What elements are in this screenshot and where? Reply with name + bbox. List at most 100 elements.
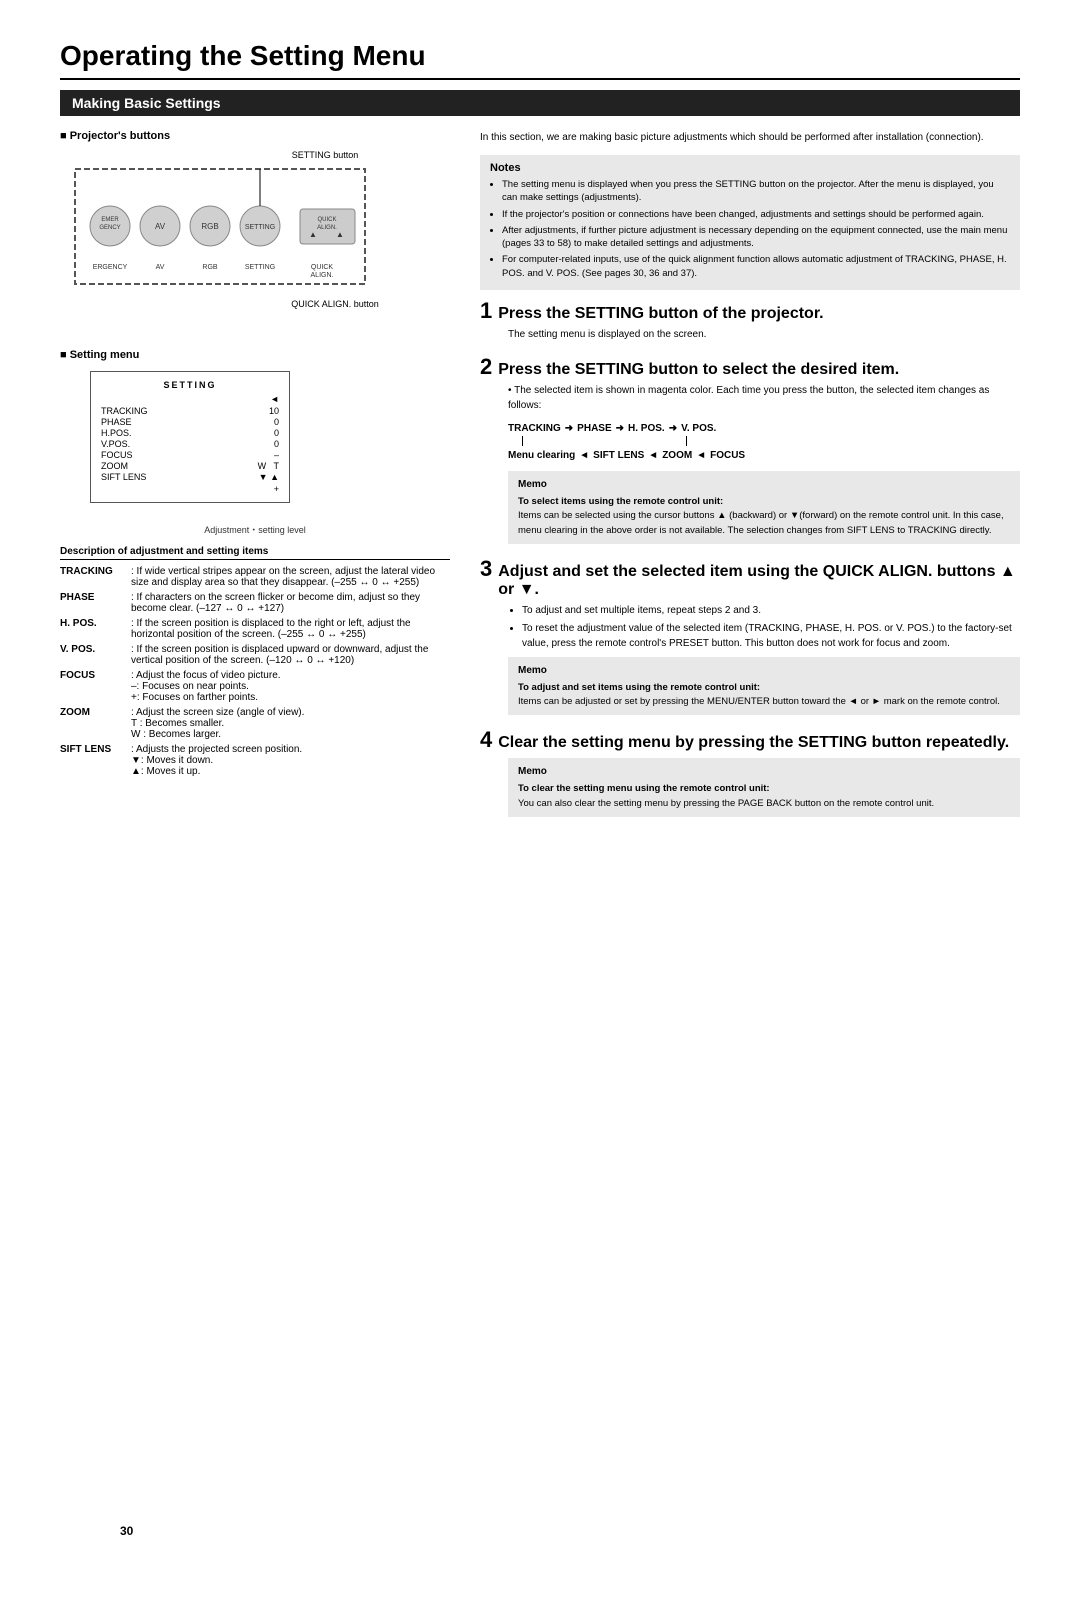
svg-text:RGB: RGB [201,222,218,231]
description-heading: Description of adjustment and setting it… [60,546,450,560]
desc-term-vpos: V. POS. [60,644,125,666]
note-item-3: After adjustments, if further picture ad… [502,224,1010,251]
flow-focus: FOCUS [710,448,745,463]
flow-line-1: TRACKING ➜ PHASE ➜ H. POS. ➜ V. POS. [508,421,1020,436]
flow-arrow-left: ◄ [579,448,589,463]
step-2-title: Press the SETTING button to select the d… [498,361,899,379]
memo-box-step3: Memo To adjust and set items using the r… [508,657,1020,716]
step-3-list: To adjust and set multiple items, repeat… [508,603,1020,651]
menu-item-zoom: ZOOM [101,461,128,471]
memo-subheading-step2: To select items using the remote control… [518,495,1010,509]
desc-term-hpos: H. POS. [60,618,125,640]
menu-row-focus: FOCUS – [101,450,279,460]
step-3-item-1: To adjust and set multiple items, repeat… [522,603,1020,618]
step-3: 3 Adjust and set the selected item using… [480,558,1020,716]
svg-text:▲: ▲ [336,230,344,239]
menu-item-tracking: TRACKING [101,406,148,416]
setting-menu-title: SETTING [101,380,279,390]
flow-arrow-mid: ◄ [648,448,658,463]
svg-text:SETTING: SETTING [245,264,275,271]
svg-text:ALIGN.: ALIGN. [317,225,337,231]
desc-row-zoom: ZOOM : Adjust the screen size (angle of … [60,707,450,740]
step-2-intro: • The selected item is shown in magenta … [508,383,1020,413]
step-3-heading: 3 Adjust and set the selected item using… [480,558,1020,599]
svg-text:GENCY: GENCY [99,225,120,231]
step-2-heading: 2 Press the SETTING button to select the… [480,356,1020,379]
step-1: 1 Press the SETTING button of the projec… [480,300,1020,342]
menu-row-phase: PHASE 0 [101,417,279,427]
note-item-4: For computer-related inputs, use of the … [502,253,1010,280]
menu-value-zoom: W T [258,461,279,471]
adjustment-label: Adjustment・setting level [60,523,450,536]
menu-value-tracking: 10 [269,406,279,416]
desc-row-hpos: H. POS. : If the screen position is disp… [60,618,450,640]
memo-subheading-step3: To adjust and set items using the remote… [518,681,1010,695]
menu-item-sift-lens: SIFT LENS [101,472,146,482]
desc-def-sift: : Adjusts the projected screen position.… [131,744,450,777]
section-header: Making Basic Settings [60,90,1020,116]
menu-item-focus: FOCUS [101,450,133,460]
flow-diagram: TRACKING ➜ PHASE ➜ H. POS. ➜ V. POS. [508,421,1020,463]
desc-term-phase: PHASE [60,592,125,614]
menu-value-focus: – [274,450,279,460]
menu-row-hpos: H.POS. 0 [101,428,279,438]
svg-text:SETTING: SETTING [245,224,275,231]
menu-row-vpos: V.POS. 0 [101,439,279,449]
desc-row-focus: FOCUS : Adjust the focus of video pictur… [60,670,450,703]
memo-title-step2: Memo [518,477,1010,492]
desc-term-zoom: ZOOM [60,707,125,740]
memo-body-step4: You can also clear the setting menu by p… [518,797,1010,811]
note-item-1: The setting menu is displayed when you p… [502,178,1010,205]
flow-menu-clearing: Menu clearing [508,448,575,463]
flow-vertical-connectors [516,436,1020,446]
step-1-number: 1 [480,300,492,322]
step-1-heading: 1 Press the SETTING button of the projec… [480,300,1020,323]
notes-list: The setting menu is displayed when you p… [490,178,1010,280]
step-4: 4 Clear the setting menu by pressing the… [480,729,1020,817]
menu-value-phase: 0 [274,417,279,427]
flow-arrow-3: ➜ [669,421,677,436]
menu-item-vpos: V.POS. [101,439,130,449]
flow-arrow-2: ➜ [616,421,624,436]
flow-hpos: H. POS. [628,421,665,436]
page-number: 30 [120,1524,133,1538]
flow-line-2: Menu clearing ◄ SIFT LENS ◄ ZOOM ◄ FOCUS [508,448,1020,463]
step-2-body: • The selected item is shown in magenta … [508,383,1020,544]
svg-text:EMER: EMER [101,217,119,223]
svg-text:ERGENCY: ERGENCY [93,264,128,271]
svg-text:QUICK: QUICK [317,217,336,223]
notes-title: Notes [490,162,1010,174]
desc-def-tracking: : If wide vertical stripes appear on the… [131,566,450,588]
flow-arrow-1: ➜ [565,421,573,436]
desc-def-zoom: : Adjust the screen size (angle of view)… [131,707,450,740]
projector-diagram: EMER GENCY AV RGB SETTING QUICK A [70,164,370,294]
desc-def-vpos: : If the screen position is displaced up… [131,644,450,666]
setting-button-label: SETTING button [200,150,450,160]
description-table: Description of adjustment and setting it… [60,546,450,777]
quick-align-label: QUICK ALIGN. button [220,299,450,309]
step-3-title: Adjust and set the selected item using t… [498,563,1020,599]
flow-vpos: V. POS. [681,421,716,436]
desc-row-vpos: V. POS. : If the screen position is disp… [60,644,450,666]
desc-row-sift: SIFT LENS : Adjusts the projected screen… [60,744,450,777]
step-1-text: The setting menu is displayed on the scr… [508,327,1020,342]
menu-item-phase: PHASE [101,417,132,427]
step-3-number: 3 [480,558,492,580]
step-1-title: Press the SETTING button of the projecto… [498,305,823,323]
desc-row-tracking: TRACKING : If wide vertical stripes appe… [60,566,450,588]
setting-menu-heading: Setting menu [60,349,450,361]
step-4-heading: 4 Clear the setting menu by pressing the… [480,729,1020,752]
setting-menu-box: SETTING ◄ TRACKING 10 PHASE 0 H.POS. 0 [90,371,290,503]
menu-value-hpos: 0 [274,428,279,438]
svg-text:ALIGN.: ALIGN. [311,272,334,279]
memo-body-step2: Items can be selected using the cursor b… [518,509,1010,538]
step-4-title: Clear the setting menu by pressing the S… [498,734,1009,752]
menu-item-hpos: H.POS. [101,428,132,438]
intro-text: In this section, we are making basic pic… [480,130,1020,145]
flow-tracking: TRACKING [508,421,561,436]
menu-row-tracking: TRACKING 10 [101,406,279,416]
step-4-number: 4 [480,729,492,751]
step-3-body: To adjust and set multiple items, repeat… [508,603,1020,716]
desc-term-focus: FOCUS [60,670,125,703]
projectors-buttons-heading: Projector's buttons [60,130,450,142]
